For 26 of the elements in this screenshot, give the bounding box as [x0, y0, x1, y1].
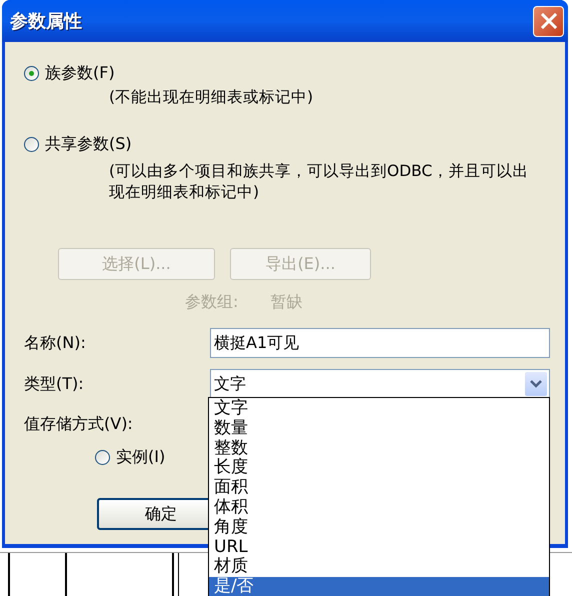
- type-dropdown[interactable]: 文字: [210, 369, 550, 399]
- group-value: 暂缺: [270, 291, 302, 310]
- radio-button[interactable]: [24, 136, 39, 152]
- radio-label: 族参数(F): [45, 62, 115, 84]
- radio-button[interactable]: [24, 66, 39, 80]
- radio-button[interactable]: [95, 450, 110, 464]
- description-text: (不能出现在明细表或标记中): [109, 87, 314, 108]
- dropdown-option[interactable]: 材质: [209, 557, 549, 578]
- dropdown-option[interactable]: URL: [209, 538, 549, 558]
- dropdown-option[interactable]: 数量: [209, 418, 549, 439]
- description-text: (可以由多个项目和族共享，可以导出到ODBC，并且可以出现在明细表和标记中): [109, 161, 529, 203]
- field-label: 类型(T):: [24, 373, 85, 395]
- radio-label: 实例(I): [116, 446, 166, 468]
- window-title: 参数属性: [10, 10, 82, 34]
- name-field[interactable]: 横挺A1可见: [210, 328, 550, 358]
- field-label: 名称(N):: [24, 332, 87, 354]
- dropdown-option[interactable]: 长度: [209, 458, 549, 478]
- dropdown-option[interactable]: 整数: [209, 438, 549, 458]
- radio-label: 共享参数(S): [45, 133, 132, 155]
- dropdown-option[interactable]: 面积: [209, 478, 549, 498]
- group-label: 参数组:: [185, 291, 238, 310]
- close-icon: [540, 13, 556, 29]
- field-label: 值存储方式(V):: [24, 413, 133, 432]
- close-button[interactable]: [533, 6, 564, 36]
- dropdown-option[interactable]: 文字: [209, 399, 549, 419]
- dropdown-option[interactable]: 是/否: [209, 577, 549, 596]
